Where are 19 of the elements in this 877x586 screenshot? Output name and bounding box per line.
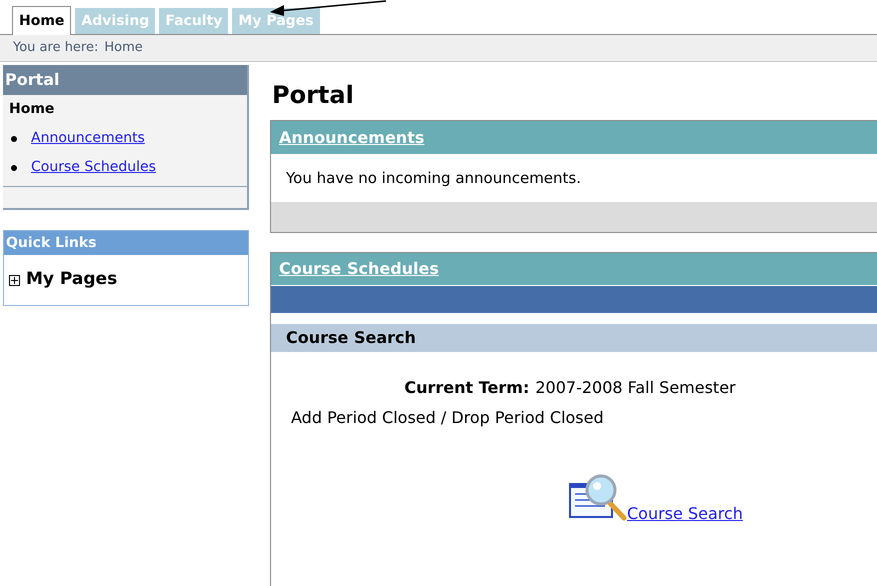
panel-title: Quick Links bbox=[4, 231, 248, 255]
breadcrumb-current[interactable]: Home bbox=[104, 38, 143, 58]
bullet-icon bbox=[11, 164, 17, 170]
term-label: Current Term: bbox=[404, 377, 530, 399]
panel-heading: Home bbox=[8, 100, 56, 119]
course-search-link[interactable]: Course Search bbox=[627, 502, 743, 526]
quick-link[interactable]: My Pages bbox=[26, 267, 118, 293]
period-status: Add Period Closed / Drop Period Closed bbox=[290, 407, 605, 429]
tab[interactable]: Home bbox=[12, 6, 72, 35]
term-value: 2007-2008 Fall Semester bbox=[535, 377, 736, 399]
expand-icon[interactable] bbox=[9, 274, 20, 286]
section-header: Course Search bbox=[271, 324, 877, 352]
page-title: Portal bbox=[271, 80, 355, 110]
sidebar-link[interactable]: Announcements bbox=[31, 128, 145, 149]
announcement-message: You have no incoming announcements. bbox=[285, 168, 582, 189]
bullet-icon bbox=[11, 136, 17, 142]
breadcrumb-label: You are here: bbox=[13, 39, 98, 58]
panel-title: Portal bbox=[3, 65, 247, 95]
sidebar-link[interactable]: Course Schedules bbox=[31, 157, 156, 178]
